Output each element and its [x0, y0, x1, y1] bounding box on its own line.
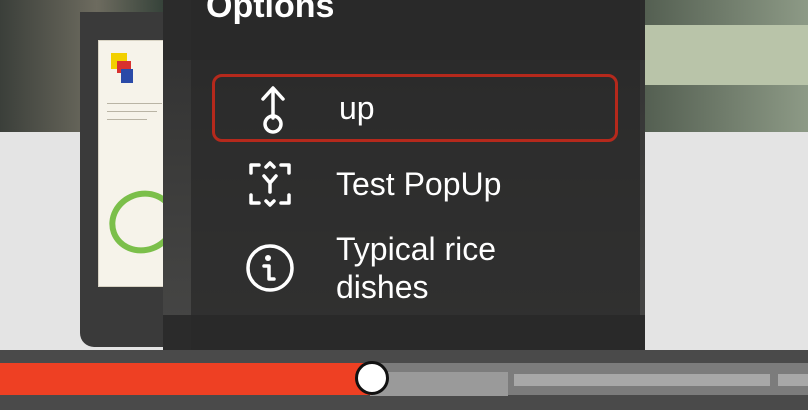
- touch-up-icon: [245, 80, 301, 136]
- classroom-table: [645, 25, 808, 85]
- option-test-popup[interactable]: Test PopUp: [212, 152, 618, 216]
- popup-icon: [242, 156, 298, 212]
- option-label: up: [339, 90, 375, 126]
- option-label: Typical rice dishes: [336, 231, 497, 305]
- progress-chapter-segment[interactable]: [778, 374, 808, 386]
- info-icon: [242, 240, 298, 296]
- option-typical-rice-dishes[interactable]: Typical rice dishes: [212, 228, 618, 308]
- slide-text-line: [107, 119, 147, 120]
- option-label: Test PopUp: [336, 166, 502, 202]
- progress-fill: [0, 363, 372, 395]
- logo-mark-blue: [121, 69, 133, 83]
- options-title: Options: [206, 0, 335, 25]
- option-up[interactable]: up: [212, 74, 618, 142]
- slide-text-line: [107, 103, 162, 104]
- slide-text-line: [107, 111, 157, 112]
- slide-page: [98, 40, 186, 287]
- progress-chapter-segment[interactable]: [514, 374, 770, 386]
- progress-thumb[interactable]: [355, 361, 389, 395]
- progress-buffer: [370, 372, 508, 396]
